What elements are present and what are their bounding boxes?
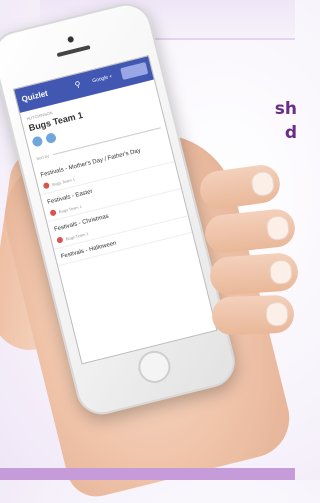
author-name[interactable]: Bugs Team 1 xyxy=(52,176,76,186)
finger-3 xyxy=(208,251,300,297)
action-circle-2[interactable] xyxy=(44,132,58,145)
sort-label[interactable]: Sort by xyxy=(36,153,50,161)
fingernail xyxy=(265,214,291,242)
action-circle-1[interactable] xyxy=(31,135,44,148)
google-link[interactable]: Google + xyxy=(92,74,113,85)
avatar xyxy=(56,236,64,244)
avatar xyxy=(42,182,50,190)
avatar xyxy=(49,209,57,217)
finger-4 xyxy=(211,294,295,336)
signup-button[interactable] xyxy=(120,62,149,80)
author-name[interactable]: Bugs Team 1 xyxy=(58,203,82,213)
fingernail xyxy=(269,259,293,285)
app-logo[interactable]: Quizlet xyxy=(21,89,49,104)
search-icon[interactable]: ⚲ xyxy=(74,79,84,89)
home-button xyxy=(135,347,174,387)
bottom-band xyxy=(0,468,295,480)
fingernail xyxy=(265,301,289,327)
author-name[interactable]: Bugs Team 1 xyxy=(65,231,89,241)
side-text-line-2: d xyxy=(284,123,297,143)
speaker-grille xyxy=(56,45,91,58)
camera-icon xyxy=(67,35,75,44)
side-text-line-1: sh xyxy=(274,99,297,119)
fingernail xyxy=(250,170,276,198)
